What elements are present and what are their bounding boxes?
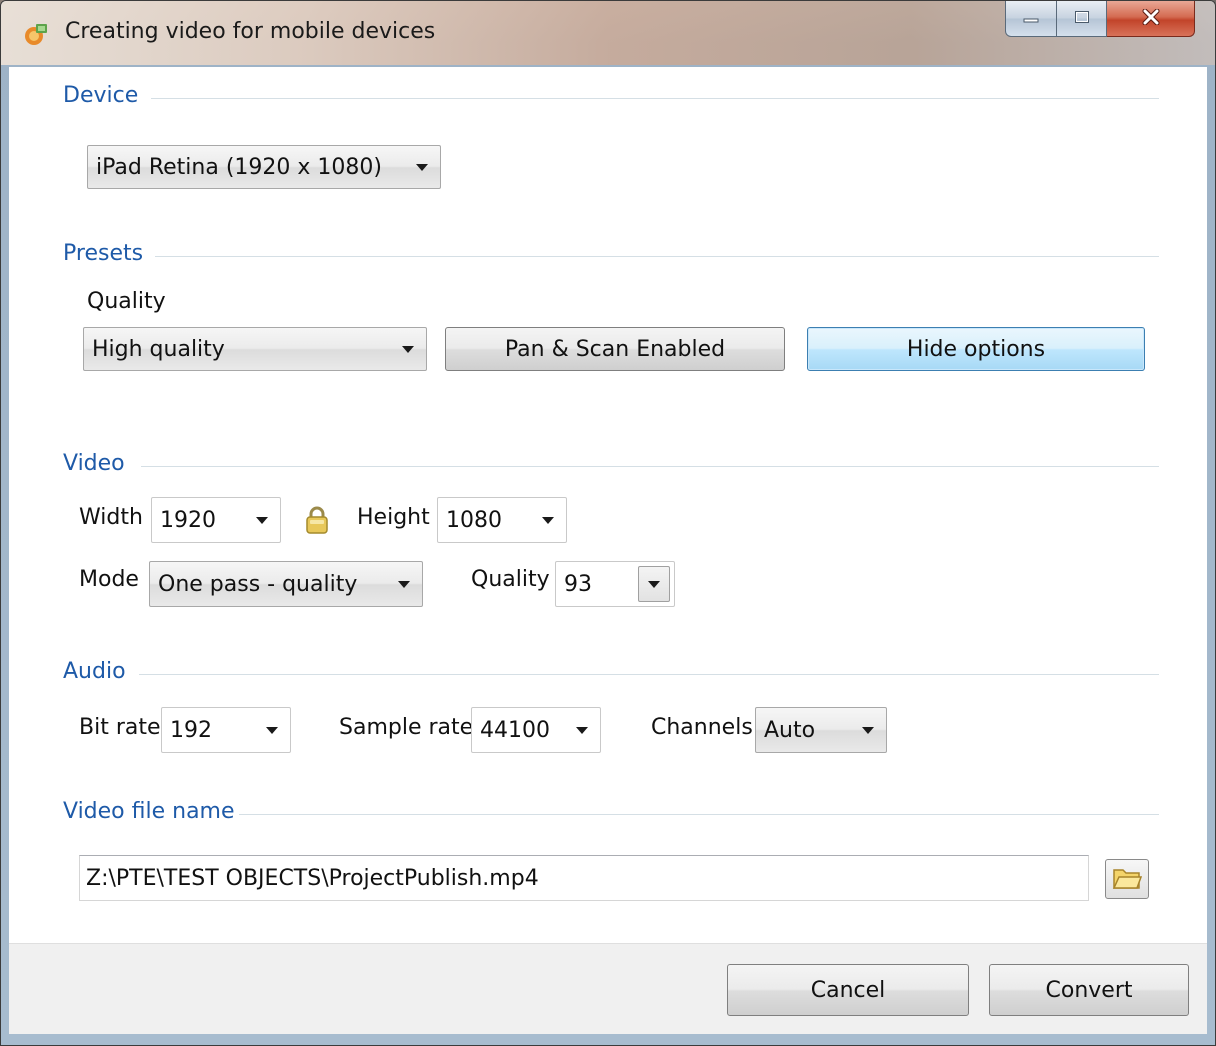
close-icon [1142, 8, 1160, 29]
minimize-icon [1022, 9, 1040, 28]
video-quality-label: Quality [471, 567, 550, 592]
filename-group-label: Video file name [63, 799, 235, 824]
chevron-down-icon [402, 346, 414, 353]
window-title: Creating video for mobile devices [65, 19, 436, 44]
mode-value: One pass - quality [158, 571, 358, 597]
dialog-content: Device iPad Retina (1920 x 1080) Presets… [9, 67, 1207, 943]
width-combo[interactable]: 1920 [151, 497, 281, 543]
browse-button[interactable] [1105, 859, 1149, 899]
mode-label: Mode [79, 567, 139, 592]
presets-group-label: Presets [63, 241, 144, 266]
chevron-down-icon [256, 517, 268, 524]
presets-group-divider [155, 256, 1159, 257]
caption-buttons [1005, 1, 1195, 37]
chevron-down-icon [542, 517, 554, 524]
audio-group-label: Audio [63, 659, 126, 684]
maximize-button[interactable] [1057, 1, 1107, 37]
convert-button[interactable]: Convert [989, 964, 1189, 1016]
samplerate-combo[interactable]: 44100 [471, 707, 601, 753]
maximize-icon [1074, 9, 1090, 28]
filename-group-divider [239, 814, 1159, 815]
lock-icon[interactable] [305, 505, 329, 539]
title-bar[interactable]: Creating video for mobile devices [1, 1, 1215, 65]
chevron-down-icon [862, 727, 874, 734]
quality-preset-label: Quality [87, 289, 166, 314]
mode-select[interactable]: One pass - quality [149, 561, 423, 607]
device-group-label: Device [63, 83, 139, 108]
dropdown-button[interactable] [638, 566, 670, 602]
video-quality-combo[interactable]: 93 [555, 561, 675, 607]
video-quality-value: 93 [564, 571, 592, 597]
pan-scan-button[interactable]: Pan & Scan Enabled [445, 327, 785, 371]
video-group-divider [141, 466, 1159, 467]
channels-label: Channels [651, 715, 753, 740]
app-icon [23, 21, 49, 47]
quality-preset-value: High quality [92, 336, 225, 362]
cancel-button[interactable]: Cancel [727, 964, 969, 1016]
chevron-down-icon [266, 727, 278, 734]
height-label: Height [357, 505, 430, 530]
height-value: 1080 [446, 507, 502, 533]
video-group-label: Video [63, 451, 125, 476]
width-value: 1920 [160, 507, 216, 533]
filename-input[interactable]: Z:\PTE\TEST OBJECTS\ProjectPublish.mp4 [79, 855, 1089, 901]
bitrate-value: 192 [170, 717, 212, 743]
folder-open-icon [1112, 864, 1143, 894]
bitrate-combo[interactable]: 192 [161, 707, 291, 753]
hide-options-button[interactable]: Hide options [807, 327, 1145, 371]
close-button[interactable] [1107, 1, 1195, 37]
channels-value: Auto [764, 717, 816, 743]
device-group-divider [151, 98, 1159, 99]
chevron-down-icon [576, 727, 588, 734]
bitrate-label: Bit rate [79, 715, 161, 740]
samplerate-value: 44100 [480, 717, 550, 743]
height-combo[interactable]: 1080 [437, 497, 567, 543]
chevron-down-icon [416, 164, 428, 171]
device-select[interactable]: iPad Retina (1920 x 1080) [87, 145, 441, 189]
chevron-down-icon [648, 581, 660, 588]
minimize-button[interactable] [1005, 1, 1057, 37]
samplerate-label: Sample rate [339, 715, 474, 740]
filename-value: Z:\PTE\TEST OBJECTS\ProjectPublish.mp4 [86, 865, 539, 891]
quality-preset-select[interactable]: High quality [83, 327, 427, 371]
channels-select[interactable]: Auto [755, 707, 887, 753]
dialog-window: Creating video for mobile devices Device [0, 0, 1216, 1046]
chevron-down-icon [398, 581, 410, 588]
dialog-footer: Cancel Convert [9, 943, 1207, 1034]
audio-group-divider [139, 674, 1159, 675]
device-select-value: iPad Retina (1920 x 1080) [96, 154, 382, 180]
width-label: Width [79, 505, 143, 530]
